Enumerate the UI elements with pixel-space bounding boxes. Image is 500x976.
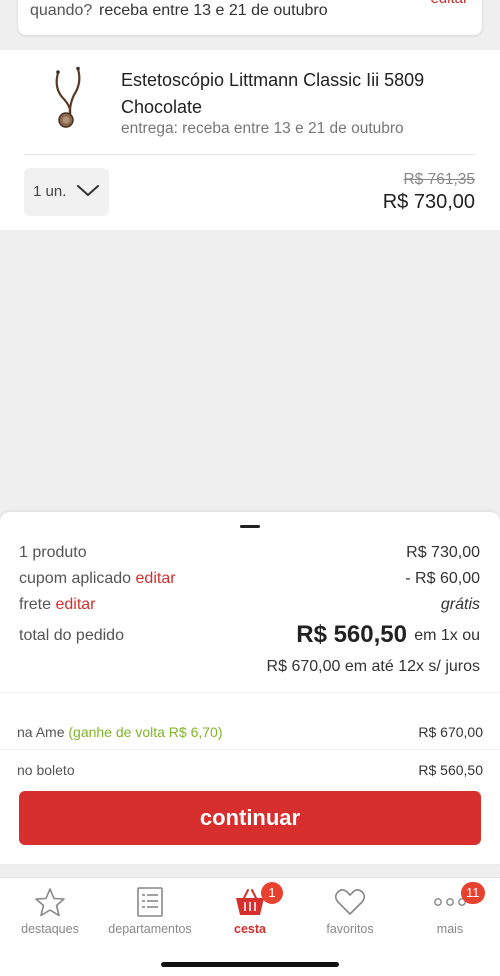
quantity-value: 1 un. — [33, 183, 67, 200]
home-indicator — [161, 962, 339, 967]
tab-destaques[interactable]: destaques — [0, 886, 100, 936]
tab-label: mais — [436, 922, 464, 936]
tab-label: destaques — [21, 922, 79, 936]
tab-label: cesta — [234, 922, 266, 936]
star-icon — [35, 888, 65, 917]
divider — [0, 749, 500, 750]
notifications-badge: 11 — [461, 882, 485, 904]
installments-info: R$ 670,00 em até 12x s/ juros — [266, 658, 480, 675]
cart-item: Estetoscópio Littmann Classic Iii 5809 C… — [0, 50, 500, 230]
delivery-question: quando? — [30, 2, 93, 19]
products-label: 1 produto — [19, 544, 87, 561]
ame-value: R$ 670,00 — [418, 724, 483, 740]
boleto-value: R$ 560,50 — [418, 762, 483, 778]
tab-label: departamentos — [108, 922, 192, 936]
delivery-edit-link[interactable]: editar — [430, 0, 468, 7]
divider — [0, 692, 500, 693]
boleto-label: no boleto — [17, 762, 75, 778]
product-delivery: entrega: receba entre 13 e 21 de outubro — [121, 120, 404, 137]
tab-mais[interactable]: 11 mais — [400, 882, 500, 936]
product-name[interactable]: Estetoscópio Littmann Classic Iii 5809 C… — [121, 67, 451, 121]
products-value: R$ 730,00 — [406, 544, 480, 561]
list-icon — [137, 887, 163, 917]
product-image[interactable] — [44, 65, 94, 129]
quantity-select[interactable]: 1 un. — [24, 168, 109, 216]
total-value: R$ 560,50 — [296, 621, 407, 648]
shipping-value: grátis — [440, 596, 480, 613]
total-suffix: em 1x ou — [414, 627, 480, 644]
shipping-edit-link[interactable]: editar — [55, 596, 95, 613]
sheet-handle[interactable] — [240, 525, 260, 528]
coupon-value: - R$ 60,00 — [405, 570, 480, 587]
old-price: R$ 761,35 — [403, 171, 475, 188]
item-price: R$ 730,00 — [382, 191, 475, 213]
shipping-label: frete — [19, 596, 52, 613]
total-label: total do pedido — [19, 627, 124, 644]
tab-departamentos[interactable]: departamentos — [100, 886, 200, 936]
coupon-edit-link[interactable]: editar — [136, 570, 176, 587]
heart-icon — [334, 889, 366, 915]
coupon-label: cupom aplicado — [19, 570, 132, 587]
tab-label: favoritos — [326, 922, 374, 936]
divider — [24, 154, 476, 155]
tab-cesta[interactable]: 1 cesta — [200, 882, 300, 936]
ame-label: na Ame — [17, 724, 65, 740]
delivery-card: quando? receba entre 13 e 21 de outubro … — [18, 0, 482, 35]
ame-cashback: (ganhe de volta R$ 6,70) — [68, 724, 223, 740]
continue-button[interactable]: continuar — [19, 791, 481, 845]
tab-favoritos[interactable]: favoritos — [300, 886, 400, 936]
delivery-value: receba entre 13 e 21 de outubro — [99, 2, 328, 19]
bottom-tab-bar: destaques departamentos 1 cesta favorito… — [0, 877, 500, 976]
cart-count-badge: 1 — [261, 882, 283, 904]
order-summary-sheet: 1 produto R$ 730,00 cupom aplicado edita… — [0, 512, 500, 864]
chevron-down-icon — [77, 185, 99, 196]
